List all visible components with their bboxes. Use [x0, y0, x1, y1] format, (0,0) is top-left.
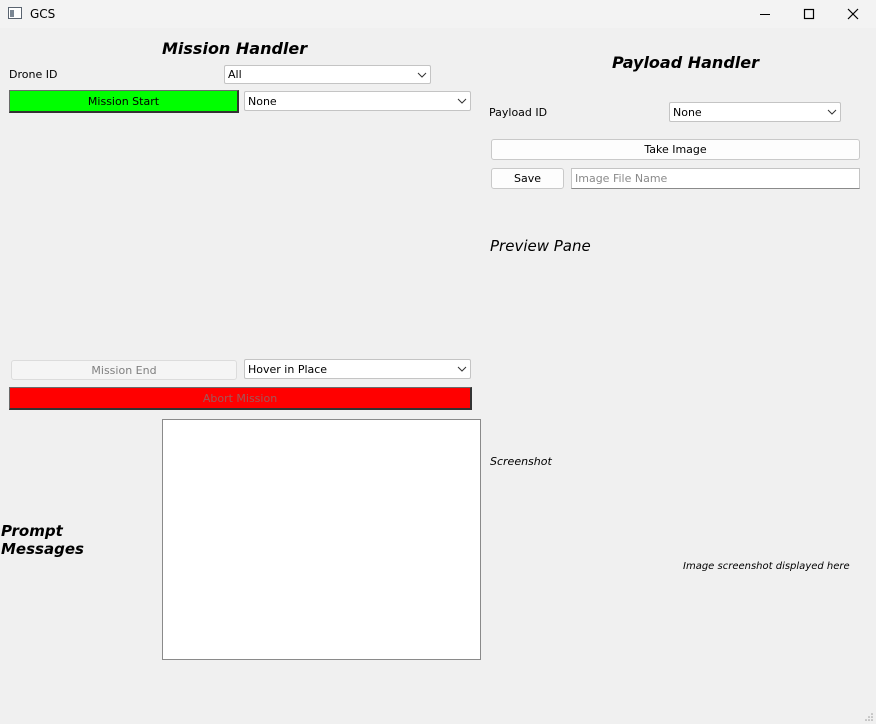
prompt-label-line2: Messages — [1, 540, 84, 558]
close-button[interactable] — [830, 0, 876, 28]
mission-handler-heading: Mission Handler — [162, 39, 308, 58]
drone-id-label: Drone ID — [9, 68, 58, 81]
minimize-icon — [760, 14, 770, 15]
maximize-icon — [803, 8, 815, 20]
abort-mission-button[interactable]: Abort Mission — [9, 387, 472, 410]
start-mission-select[interactable]: None — [244, 91, 471, 111]
payload-id-value: None — [673, 105, 702, 119]
chevron-down-icon — [454, 92, 470, 110]
screenshot-label: Screenshot — [490, 455, 552, 468]
payload-id-select[interactable]: None — [669, 102, 841, 122]
image-file-name-input[interactable]: Image File Name — [571, 168, 860, 189]
payload-id-label: Payload ID — [489, 106, 548, 119]
save-button[interactable]: Save — [491, 168, 564, 189]
prompt-messages-box[interactable] — [162, 419, 481, 660]
app-window-icon — [8, 7, 22, 19]
end-action-value: Hover in Place — [248, 362, 328, 376]
mission-end-button[interactable]: Mission End — [11, 360, 237, 380]
drone-id-value: All — [228, 68, 242, 81]
chevron-down-icon — [824, 103, 840, 121]
chevron-down-icon — [414, 66, 430, 83]
minimize-button[interactable] — [742, 0, 788, 28]
resize-grip-icon[interactable] — [864, 712, 874, 722]
start-mission-value: None — [248, 94, 277, 108]
end-action-select[interactable]: Hover in Place — [244, 359, 471, 379]
drone-id-select[interactable]: All — [224, 65, 431, 84]
preview-pane-heading: Preview Pane — [490, 237, 591, 255]
close-icon — [847, 8, 859, 20]
take-image-button[interactable]: Take Image — [491, 139, 860, 160]
maximize-button[interactable] — [786, 0, 832, 28]
payload-handler-heading: Payload Handler — [612, 53, 759, 72]
mission-start-button[interactable]: Mission Start — [9, 90, 239, 113]
prompt-label-line1: Prompt — [1, 522, 63, 540]
window-title: GCS — [30, 7, 56, 21]
prompt-messages-label: Prompt Messages — [1, 522, 84, 558]
chevron-down-icon — [454, 360, 470, 378]
screenshot-placeholder-text: Image screenshot displayed here — [683, 561, 850, 572]
